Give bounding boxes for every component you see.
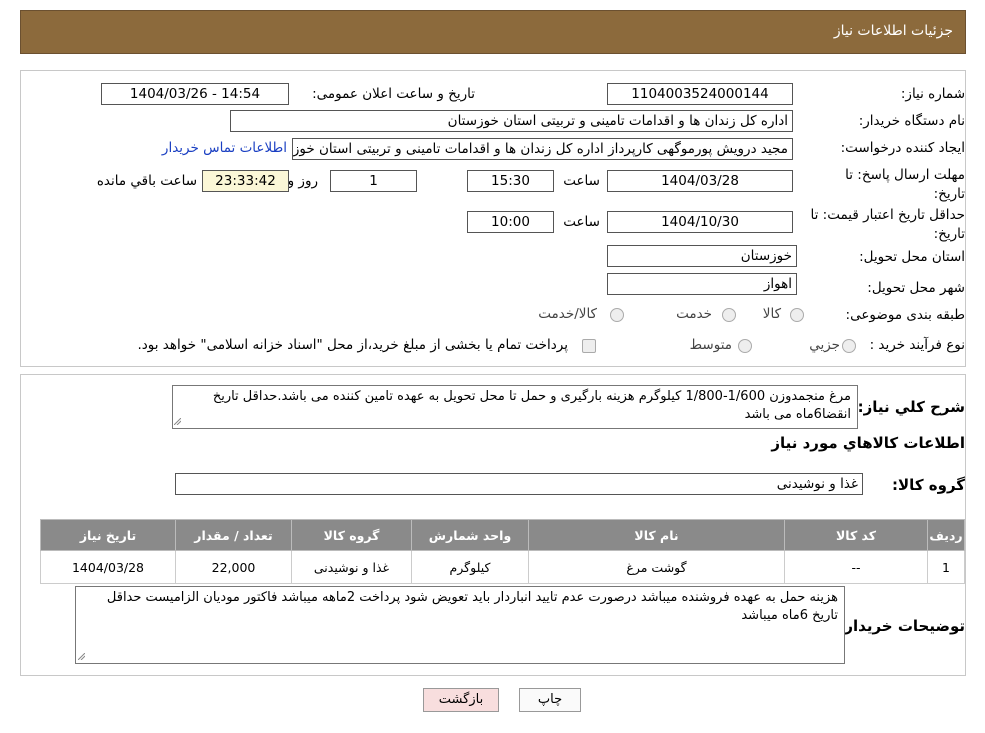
process-medium-radio[interactable] <box>738 339 752 353</box>
remaining-time-field: 23:33:42 <box>202 170 289 192</box>
col-date: تاریخ نیاز <box>40 519 176 551</box>
days-field[interactable]: 1 <box>330 170 417 192</box>
process-partial-label: جزيي <box>809 337 840 353</box>
category-both-label: کالا/خدمت <box>538 306 597 322</box>
deadline-time-field[interactable]: 15:30 <box>467 170 554 192</box>
back-button[interactable]: بازگشت <box>423 688 499 712</box>
process-medium-label: متوسط <box>689 337 732 353</box>
cell-code: -- <box>784 550 928 584</box>
validity-time-field[interactable]: 10:00 <box>467 211 554 233</box>
deadline-date-field[interactable]: 1404/03/28 <box>607 170 793 192</box>
buyer-notes-label: توضیحات خریدار: <box>838 617 965 635</box>
category-service-label: خدمت <box>676 306 712 322</box>
col-group: گروه کالا <box>291 519 412 551</box>
deadline-time-label: ساعت <box>563 173 600 189</box>
deadline-label: مهلت ارسال پاسخ: تا تاریخ: <box>845 167 965 202</box>
validity-time-label: ساعت <box>563 214 600 230</box>
province-label: استان محل تحویل: <box>859 249 965 265</box>
category-label: طبقه بندی موضوعی: <box>845 307 965 323</box>
category-goods-radio[interactable] <box>790 308 804 322</box>
validity-label: حداقل تاریخ اعتبار قیمت: تا تاریخ: <box>810 207 965 242</box>
col-code: کد کالا <box>784 519 928 551</box>
summary-resize-handle[interactable] <box>174 418 181 425</box>
category-goods-label: کالا <box>762 306 781 322</box>
cell-group: غذا و نوشیدنی <box>291 550 412 584</box>
category-both-radio[interactable] <box>610 308 624 322</box>
buyer-org-field[interactable]: اداره کل زندان ها و اقدامات تامینی و ترب… <box>230 110 793 132</box>
process-partial-radio[interactable] <box>842 339 856 353</box>
page-header: جزئیات اطلاعات نیاز <box>20 10 966 54</box>
goods-group-label: گروه کالا: <box>892 476 965 494</box>
cell-date: 1404/03/28 <box>40 550 176 584</box>
table-row[interactable]: 1 -- گوشت مرغ کیلوگرم غذا و نوشیدنی 22,0… <box>40 550 965 584</box>
summary-textarea[interactable]: مرغ منجمدوزن 1/600-1/800 کیلوگرم هزینه ب… <box>172 385 858 429</box>
print-button[interactable]: چاپ <box>519 688 581 712</box>
cell-unit: کیلوگرم <box>411 550 529 584</box>
cell-name: گوشت مرغ <box>528 550 785 584</box>
need-number-label: شماره نیاز: <box>900 86 965 102</box>
creator-field[interactable]: مجید درویش پورموگهی کارپرداز اداره کل زن… <box>292 138 793 160</box>
province-field[interactable]: خوزستان <box>607 245 797 267</box>
announce-label: تاریخ و ساعت اعلان عمومی: <box>312 86 475 102</box>
cell-row: 1 <box>927 550 965 584</box>
city-label: شهر محل تحویل: <box>867 280 965 296</box>
process-label: نوع فرآیند خرید : <box>869 337 965 353</box>
treasury-checkbox[interactable] <box>582 339 596 353</box>
col-unit: واحد شمارش <box>411 519 529 551</box>
category-service-radio[interactable] <box>722 308 736 322</box>
need-number-field[interactable]: 1104003524000144 <box>607 83 793 105</box>
goods-group-field[interactable]: غذا و نوشیدنی <box>175 473 863 495</box>
goods-section-title: اطلاعات کالاهاي مورد نياز <box>771 434 965 452</box>
items-table: رديف کد کالا نام کالا واحد شمارش گروه کا… <box>40 519 965 584</box>
buyer-contact-link[interactable]: اطلاعات تماس خریدار <box>162 140 287 156</box>
remaining-label: ساعت باقي مانده <box>96 173 197 189</box>
col-row: رديف <box>927 519 965 551</box>
validity-date-field[interactable]: 1404/10/30 <box>607 211 793 233</box>
table-header-row: رديف کد کالا نام کالا واحد شمارش گروه کا… <box>40 519 965 551</box>
col-qty: تعداد / مقدار <box>175 519 292 551</box>
cell-qty: 22,000 <box>175 550 292 584</box>
days-label: روز و <box>287 173 318 189</box>
buyer-notes-textarea[interactable]: هزینه حمل به عهده فروشنده میباشد درصورت … <box>75 586 845 664</box>
page-title: جزئیات اطلاعات نیاز <box>833 23 953 39</box>
announce-field[interactable]: 1404/03/26 - 14:54 <box>101 83 289 105</box>
buyer-org-label: نام دستگاه خریدار: <box>858 113 965 129</box>
notes-resize-handle[interactable] <box>78 653 85 660</box>
summary-label: شرح کلي نياز: <box>857 398 965 416</box>
treasury-note: پرداخت تمام یا بخشی از مبلغ خرید،از محل … <box>137 337 568 353</box>
col-name: نام کالا <box>528 519 785 551</box>
city-field[interactable]: اهواز <box>607 273 797 295</box>
creator-label: ایجاد کننده درخواست: <box>840 140 965 156</box>
